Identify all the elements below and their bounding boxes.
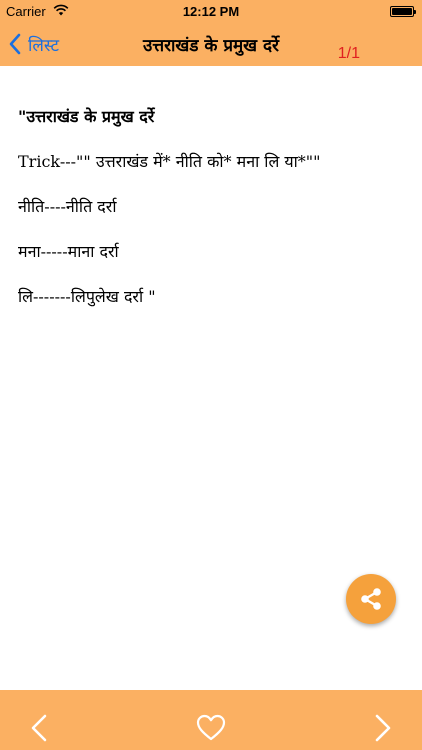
battery-full-icon — [390, 6, 416, 17]
article-line-lipulekh: लि-------लिपुलेख दर्रा " — [18, 287, 156, 306]
page-counter: 1/1 — [337, 45, 360, 62]
article-line-niti: नीति----नीति दर्रा — [18, 197, 117, 216]
bottom-toolbar — [0, 690, 422, 750]
article-heading: "उत्तराखंड के प्रमुख दर्रे — [18, 107, 155, 126]
navigation-header: Carrier 12:12 PM लिस्ट उत्तराखंड के प्रम… — [0, 0, 422, 66]
chevron-right-icon[interactable] — [372, 713, 394, 743]
share-icon — [361, 588, 381, 610]
clock: 12:12 PM — [182, 4, 240, 19]
chevron-left-icon[interactable] — [28, 713, 50, 743]
heart-outline-icon[interactable] — [196, 714, 226, 742]
article-content: "उत्तराखंड के प्रमुख दर्रे Trick---"" उत… — [18, 100, 408, 307]
status-bar: Carrier 12:12 PM — [0, 0, 422, 22]
article-line-trick: Trick---"" उत्तराखंड में* नीति को* मना ल… — [18, 152, 321, 171]
article-line-mana: मना-----माना दर्रा — [18, 242, 119, 261]
share-button[interactable] — [346, 574, 396, 624]
